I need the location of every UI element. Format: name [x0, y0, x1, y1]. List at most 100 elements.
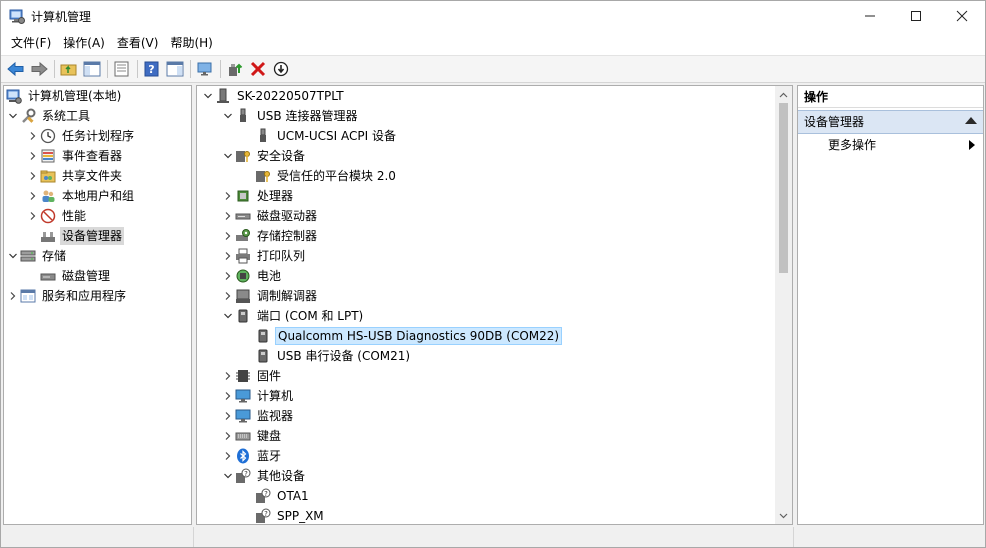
chevron-down-icon[interactable] — [6, 106, 20, 126]
back-button[interactable] — [5, 58, 27, 80]
chevron-down-icon[interactable] — [6, 246, 20, 266]
chevron-right-icon[interactable] — [6, 286, 20, 306]
tree-item-local-users[interactable]: 本地用户和组 — [26, 186, 136, 206]
computer-management-icon — [6, 89, 22, 104]
device-category-computer[interactable]: 计算机 — [221, 386, 295, 406]
device-category-batteries[interactable]: 电池 — [221, 266, 283, 286]
device-category-bluetooth[interactable]: 蓝牙 — [221, 446, 283, 466]
chevron-right-icon[interactable] — [221, 206, 235, 226]
processor-icon — [237, 190, 249, 202]
device-tree-scrollbar[interactable] — [775, 86, 792, 524]
device-category-disk-drives[interactable]: 磁盘驱动器 — [221, 206, 319, 226]
chevron-down-icon[interactable] — [221, 306, 235, 326]
chevron-right-icon[interactable] — [221, 446, 235, 466]
device-item-ucm-ucsi[interactable]: UCM-UCSI ACPI 设备 — [241, 126, 398, 146]
users-icon — [42, 190, 55, 202]
scrollbar-thumb[interactable] — [779, 103, 788, 273]
tree-item-device-manager[interactable]: 设备管理器 — [26, 226, 125, 246]
chevron-right-icon[interactable] — [26, 186, 40, 206]
chevron-right-icon[interactable] — [221, 286, 235, 306]
scan-hardware-button[interactable] — [194, 58, 216, 80]
device-category-firmware[interactable]: 固件 — [221, 366, 283, 386]
chevron-right-icon[interactable] — [26, 206, 40, 226]
device-label-other-devices: 其他设备 — [257, 469, 306, 483]
minimize-button[interactable] — [847, 1, 893, 31]
collapse-caret-icon[interactable] — [965, 117, 977, 124]
scroll-up-arrow-icon[interactable] — [775, 86, 792, 103]
device-category-modems[interactable]: 调制解调器 — [221, 286, 319, 306]
maximize-button[interactable] — [893, 1, 939, 31]
disable-device-button[interactable] — [270, 58, 292, 80]
device-item-ota1[interactable]: ? OTA1 — [241, 486, 311, 506]
device-label-computer-node: 计算机 — [257, 389, 294, 403]
scroll-down-arrow-icon[interactable] — [775, 507, 792, 524]
menu-help[interactable]: 帮助(H) — [164, 31, 218, 55]
menu-file[interactable]: 文件(F) — [5, 31, 57, 55]
properties-button[interactable] — [111, 58, 133, 80]
tree-item-services-apps[interactable]: 服务和应用程序 — [6, 286, 128, 306]
help-button[interactable]: ? — [141, 58, 163, 80]
status-bar — [1, 527, 985, 547]
device-label-ports: 端口 (COM 和 LPT) — [257, 309, 364, 323]
chevron-right-icon[interactable] — [221, 386, 235, 406]
show-hide-console-tree-button[interactable] — [81, 58, 103, 80]
disk-management-icon — [40, 273, 56, 281]
chevron-down-icon[interactable] — [201, 86, 215, 106]
device-item-tpm[interactable]: 受信任的平台模块 2.0 — [241, 166, 398, 186]
more-actions-item[interactable]: 更多操作 — [798, 134, 983, 156]
tree-label-services-apps: 服务和应用程序 — [42, 289, 127, 303]
device-category-storage-controllers[interactable]: 存储控制器 — [221, 226, 319, 246]
actions-section-label: 设备管理器 — [804, 115, 865, 129]
device-category-ports[interactable]: 端口 (COM 和 LPT) — [221, 306, 365, 326]
close-button[interactable] — [939, 1, 985, 31]
device-category-security[interactable]: 安全设备 — [221, 146, 307, 166]
device-category-other-devices[interactable]: ? 其他设备 — [221, 466, 307, 486]
menu-action[interactable]: 操作(A) — [57, 31, 111, 55]
device-item-usb-serial[interactable]: USB 串行设备 (COM21) — [241, 346, 412, 366]
chevron-right-icon[interactable] — [221, 246, 235, 266]
properties-icon — [114, 61, 129, 77]
device-label-storage-controllers: 存储控制器 — [257, 229, 318, 243]
chevron-right-icon[interactable] — [221, 266, 235, 286]
tree-item-shared-folders[interactable]: 共享文件夹 — [26, 166, 124, 186]
chevron-right-icon[interactable] — [221, 406, 235, 426]
device-item-spp-xm[interactable]: ? SPP_XM — [241, 506, 326, 524]
tree-item-storage[interactable]: 存储 — [6, 246, 68, 266]
computer-tower-icon — [217, 88, 229, 103]
device-label-tpm: 受信任的平台模块 2.0 — [277, 169, 396, 183]
chevron-right-icon[interactable] — [221, 226, 235, 246]
chevron-right-icon[interactable] — [221, 426, 235, 446]
device-label-processors: 处理器 — [257, 189, 294, 203]
tree-item-root[interactable]: 计算机管理(本地) — [6, 86, 123, 106]
chevron-right-icon[interactable] — [26, 146, 40, 166]
device-category-keyboards[interactable]: 键盘 — [221, 426, 283, 446]
device-item-qualcomm-port[interactable]: Qualcomm HS-USB Diagnostics 90DB (COM22) — [241, 326, 563, 346]
monitor-icon — [235, 409, 251, 423]
device-category-usb-connectors[interactable]: USB 连接器管理器 — [221, 106, 359, 126]
update-driver-button[interactable] — [224, 58, 246, 80]
device-category-processors[interactable]: 处理器 — [221, 186, 295, 206]
show-hide-action-pane-button[interactable] — [164, 58, 186, 80]
actions-section-device-manager[interactable]: 设备管理器 — [798, 110, 983, 134]
chevron-right-icon[interactable] — [221, 366, 235, 386]
tree-item-event-viewer[interactable]: 事件查看器 — [26, 146, 124, 166]
chevron-down-icon[interactable] — [221, 106, 235, 126]
tree-item-disk-management[interactable]: 磁盘管理 — [26, 266, 112, 286]
chevron-right-icon[interactable] — [26, 126, 40, 146]
chevron-right-icon[interactable] — [26, 166, 40, 186]
up-one-level-button[interactable] — [58, 58, 80, 80]
uninstall-device-button[interactable] — [247, 58, 269, 80]
tree-item-task-scheduler[interactable]: 任务计划程序 — [26, 126, 136, 146]
tree-item-system-tools[interactable]: 系统工具 — [6, 106, 92, 126]
device-category-print-queues[interactable]: 打印队列 — [221, 246, 307, 266]
tree-item-performance[interactable]: 性能 — [26, 206, 88, 226]
computer-management-window: 计算机管理 文件(F) 操作(A) 查看(V) 帮助(H) ? 计算机管理(本地… — [0, 0, 986, 548]
uninstall-icon — [250, 61, 266, 77]
menu-view[interactable]: 查看(V) — [111, 31, 165, 55]
chevron-right-icon[interactable] — [221, 186, 235, 206]
device-category-monitors[interactable]: 监视器 — [221, 406, 295, 426]
chevron-down-icon[interactable] — [221, 146, 235, 166]
chevron-down-icon[interactable] — [221, 466, 235, 486]
device-node-computer-root[interactable]: SK-20220507TPLT — [201, 86, 346, 106]
forward-button[interactable] — [28, 58, 50, 80]
